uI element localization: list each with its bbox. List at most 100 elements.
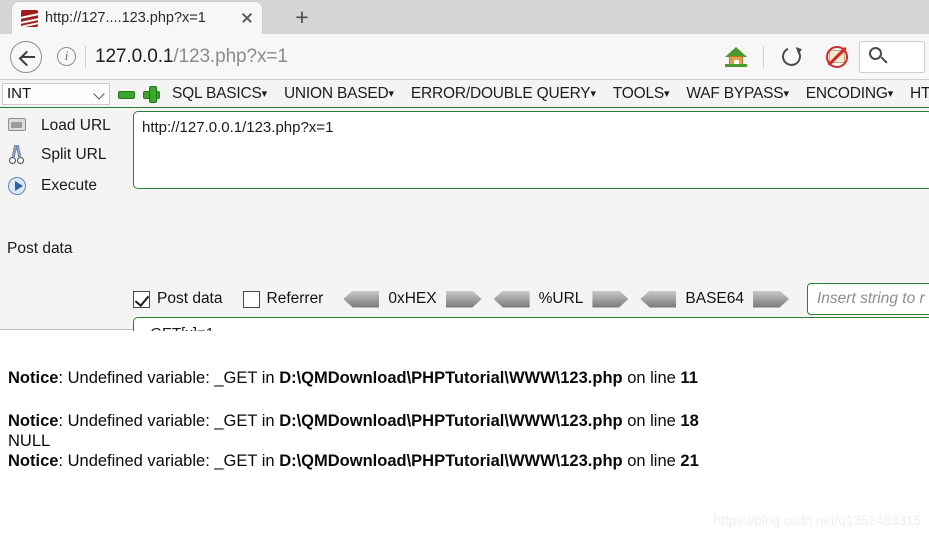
address-divider <box>85 45 86 68</box>
encode-base64-button[interactable] <box>753 291 789 308</box>
notice-prefix: Notice <box>8 411 59 430</box>
insert-string-placeholder: Insert string to r <box>817 290 925 307</box>
encode-hex-button[interactable] <box>446 291 482 308</box>
toolbar-actions <box>718 39 925 75</box>
menu-union-based[interactable]: UNION BASED▾ <box>284 85 394 103</box>
caret-down-icon: ▾ <box>887 87 894 100</box>
type-select-value: INT <box>7 85 32 102</box>
decode-hex-button[interactable] <box>343 291 379 308</box>
caret-down-icon: ▾ <box>388 87 395 100</box>
notice-prefix: Notice <box>8 369 59 387</box>
menu-label: ENCODING <box>805 84 888 102</box>
menu-error-double-query[interactable]: ERROR/DOUBLE QUERY▾ <box>411 85 596 103</box>
caret-down-icon: ▾ <box>664 87 670 100</box>
php-notice: Notice: Undefined variable: _GET in D:\Q… <box>8 452 929 471</box>
notice-file: D:\QMDownload\PHPTutorial\WWW\123.php <box>279 451 623 470</box>
watermark: https://blog.csdn.net/q1352483315 <box>713 513 921 528</box>
menu-label: TOOLS <box>612 84 665 102</box>
chevron-down-icon <box>93 87 105 100</box>
menu-html[interactable]: HTML▾ <box>910 85 929 103</box>
address-bar[interactable]: 127.0.0.1/123.php?x=1 <box>95 46 718 68</box>
post-data-checkbox[interactable] <box>133 290 150 308</box>
caret-down-icon: ▾ <box>590 87 596 100</box>
caret-down-icon: ▾ <box>783 87 789 100</box>
play-icon <box>5 175 29 197</box>
home-icon[interactable] <box>718 39 754 75</box>
notice-file: D:\QMDownload\PHPTutorial\WWW\123.php <box>279 411 623 430</box>
menu-label: WAF BYPASS <box>686 84 784 102</box>
execute-button[interactable]: Execute <box>0 174 97 198</box>
load-url-button[interactable]: Load URL <box>0 114 111 138</box>
page-content: Notice: Undefined variable: _GET in D:\Q… <box>0 331 929 536</box>
split-url-button[interactable]: Split URL <box>0 143 106 167</box>
notice-online: on line <box>622 369 681 387</box>
browser-window: http://127....123.php?x=1 + i 127.0.0.1/… <box>0 0 929 536</box>
noscript-icon[interactable] <box>819 39 855 75</box>
notice-message: : Undefined variable: _GET in <box>58 369 280 387</box>
tab-title: http://127....123.php?x=1 <box>45 10 206 26</box>
load-url-label: Load URL <box>41 117 111 134</box>
menu-label: SQL BASICS <box>172 84 262 102</box>
decode-url-button[interactable] <box>494 291 530 308</box>
encoder-base64: BASE64 <box>640 290 789 308</box>
encode-url-button[interactable] <box>592 291 628 308</box>
menu-label: HTML <box>910 84 929 102</box>
notice-line-number: 11 <box>680 369 698 387</box>
tab-strip: http://127....123.php?x=1 + <box>0 0 929 34</box>
notice-line-number: 18 <box>680 411 699 430</box>
menu-label: UNION BASED <box>283 84 389 102</box>
navigation-bar: i 127.0.0.1/123.php?x=1 <box>0 34 929 80</box>
browser-tab[interactable]: http://127....123.php?x=1 <box>12 2 262 34</box>
scissors-icon <box>5 144 29 166</box>
menu-label: ERROR/DOUBLE QUERY <box>410 84 591 102</box>
type-select[interactable]: INT <box>2 82 110 105</box>
toolbar-divider <box>763 45 764 68</box>
minus-icon[interactable] <box>117 85 135 103</box>
post-data-label: Post data <box>7 240 73 257</box>
url-path: /123.php?x=1 <box>173 45 288 67</box>
execute-label: Execute <box>41 177 98 194</box>
php-notice: Notice: Undefined variable: _GET in D:\Q… <box>8 369 929 388</box>
notice-line-number: 21 <box>680 451 699 470</box>
caret-down-icon: ▾ <box>261 87 268 100</box>
encoder-hex: 0xHEX <box>343 290 481 308</box>
hackbar-panel: INT SQL BASICS▾ UNION BASED▾ ERROR/DOUBL… <box>0 80 929 391</box>
encoder-url: %URL <box>494 290 629 308</box>
url-host: 127.0.0.1 <box>95 45 174 67</box>
close-icon[interactable] <box>238 9 256 27</box>
url-input[interactable] <box>133 111 929 189</box>
notice-prefix: Notice <box>8 451 59 470</box>
notice-message: : Undefined variable: _GET in <box>58 411 280 430</box>
post-data-checkbox-label: Post data <box>157 290 223 307</box>
menu-encoding[interactable]: ENCODING▾ <box>806 85 893 103</box>
menu-tools[interactable]: TOOLS▾ <box>613 85 670 103</box>
decode-base64-button[interactable] <box>640 291 676 308</box>
reload-icon[interactable] <box>773 39 809 75</box>
null-output: NULL <box>8 431 51 450</box>
php-notice: Notice: Undefined variable: _GET in D:\Q… <box>8 412 929 431</box>
plus-icon[interactable] <box>142 85 160 103</box>
hackbar-options-row: Post data Referrer 0xHEX %URL BASE64 <box>133 284 801 314</box>
insert-string-input[interactable]: Insert string to r <box>807 283 929 315</box>
encoder-hex-label: 0xHEX <box>388 290 437 307</box>
new-tab-button[interactable]: + <box>288 5 316 31</box>
encoder-url-label: %URL <box>538 290 584 307</box>
split-url-label: Split URL <box>41 146 107 163</box>
notice-online: on line <box>622 451 681 470</box>
back-arrow-icon[interactable] <box>10 40 42 73</box>
search-icon[interactable] <box>860 39 890 75</box>
notice-file: D:\QMDownload\PHPTutorial\WWW\123.php <box>279 369 623 387</box>
menu-sql-basics[interactable]: SQL BASICS▾ <box>172 85 267 103</box>
menu-waf-bypass[interactable]: WAF BYPASS▾ <box>686 84 789 103</box>
hackbar-favicon <box>21 9 38 27</box>
encoder-base64-label: BASE64 <box>685 290 745 307</box>
notice-online: on line <box>622 411 681 430</box>
hackbar-menu-items: SQL BASICS▾ UNION BASED▾ ERROR/DOUBLE QU… <box>172 85 929 103</box>
load-url-icon <box>5 115 29 137</box>
info-icon[interactable]: i <box>57 47 76 66</box>
hackbar-menubar: INT SQL BASICS▾ UNION BASED▾ ERROR/DOUBL… <box>0 80 929 108</box>
referrer-checkbox[interactable] <box>242 290 260 308</box>
search-box[interactable] <box>859 39 925 75</box>
referrer-checkbox-label: Referrer <box>266 290 324 307</box>
